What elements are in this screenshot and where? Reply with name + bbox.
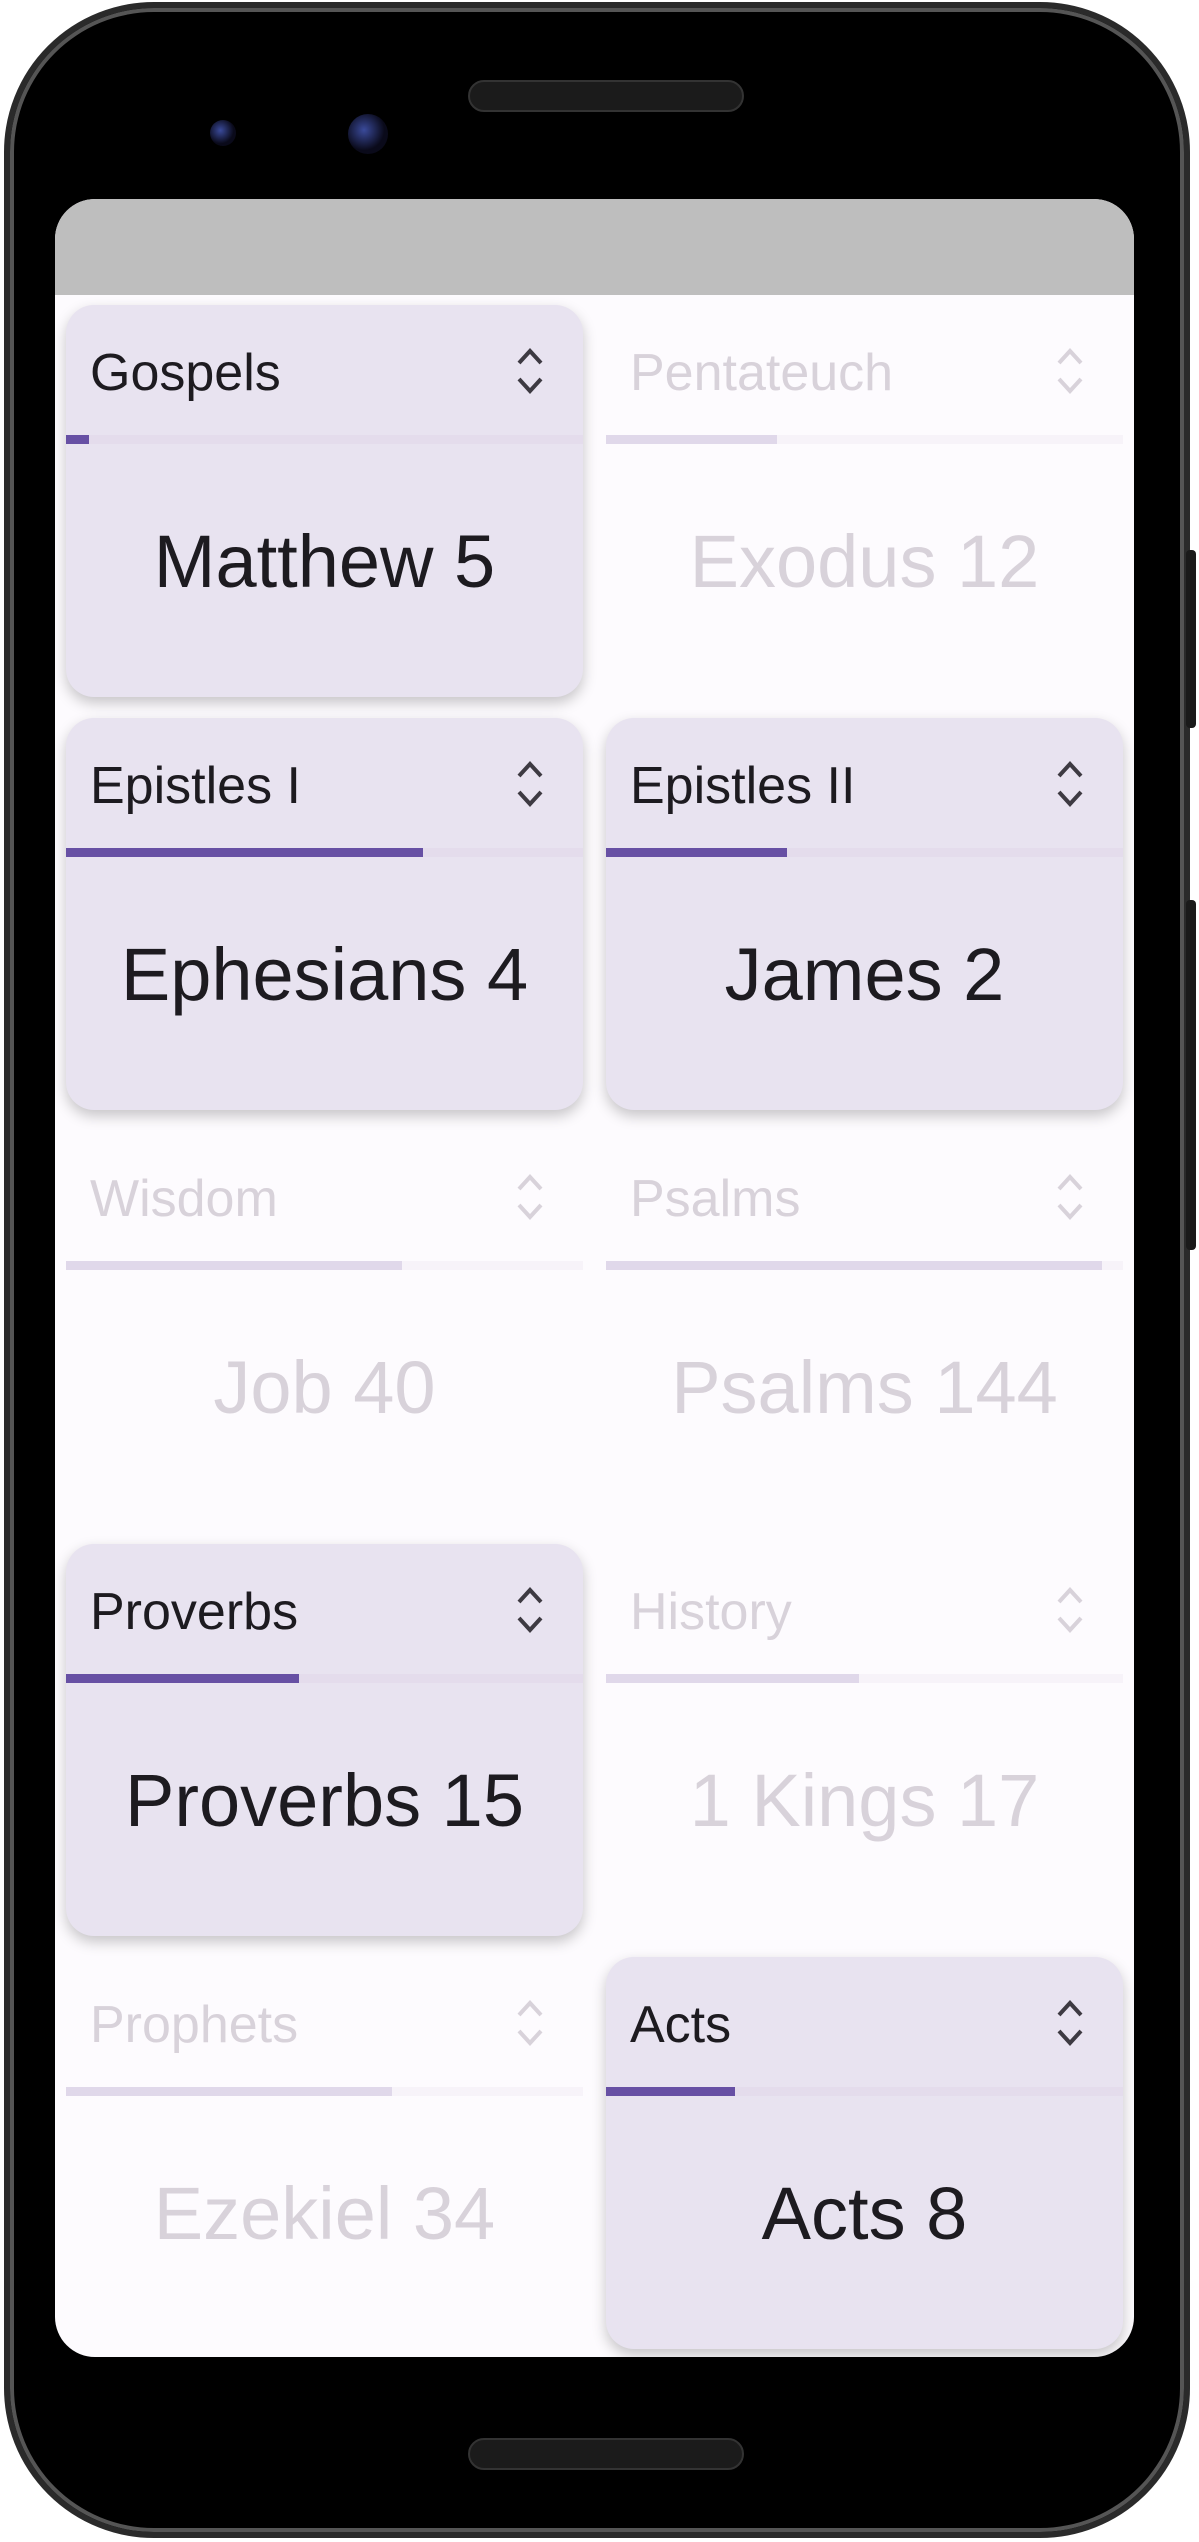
current-reading: Proverbs 15: [125, 1759, 524, 1842]
unfold-more-icon[interactable]: [1053, 1582, 1087, 1638]
reading-card[interactable]: Prophets Ezekiel 34: [66, 1957, 583, 2349]
progress-bar: [66, 1674, 583, 1683]
current-reading: Acts 8: [761, 2172, 968, 2255]
current-reading: Exodus 12: [689, 520, 1040, 603]
reading-card[interactable]: Pentateuch Exodus 12: [606, 305, 1123, 697]
progress-bar: [66, 435, 583, 444]
progress-bar: [606, 2087, 1123, 2096]
status-bar: [55, 199, 1134, 295]
category-label: History: [630, 1583, 792, 1641]
category-label: Epistles II: [630, 757, 856, 815]
unfold-more-icon[interactable]: [513, 1169, 547, 1225]
current-reading: James 2: [724, 933, 1005, 1016]
volume-button: [1186, 900, 1196, 1250]
reading-card[interactable]: Proverbs Proverbs 15: [66, 1544, 583, 1936]
category-label: Psalms: [630, 1170, 801, 1228]
unfold-more-icon[interactable]: [1053, 343, 1087, 399]
reading-card[interactable]: Epistles I Ephesians 4: [66, 718, 583, 1110]
unfold-more-icon[interactable]: [513, 756, 547, 812]
progress-bar: [606, 435, 1123, 444]
current-reading: Psalms 144: [671, 1346, 1058, 1429]
progress-fill: [606, 435, 777, 444]
progress-fill: [66, 1674, 299, 1683]
unfold-more-icon[interactable]: [513, 1995, 547, 2051]
progress-fill: [66, 2087, 392, 2096]
unfold-more-icon[interactable]: [1053, 756, 1087, 812]
current-reading: 1 Kings 17: [689, 1759, 1040, 1842]
front-camera: [348, 114, 388, 154]
current-reading: Ezekiel 34: [153, 2172, 496, 2255]
current-reading: Job 40: [213, 1346, 436, 1429]
progress-bar: [66, 2087, 583, 2096]
current-reading: Matthew 5: [153, 520, 496, 603]
reading-card[interactable]: Gospels Matthew 5: [66, 305, 583, 697]
sensor: [210, 120, 236, 146]
power-button: [1186, 550, 1196, 728]
category-label: Epistles I: [90, 757, 301, 815]
category-label: Gospels: [90, 344, 281, 402]
current-reading: Ephesians 4: [120, 933, 529, 1016]
progress-bar: [606, 1261, 1123, 1270]
progress-bar: [66, 1261, 583, 1270]
category-label: Wisdom: [90, 1170, 278, 1228]
unfold-more-icon[interactable]: [1053, 1169, 1087, 1225]
progress-fill: [606, 1674, 860, 1683]
bottom-speaker: [468, 2438, 744, 2470]
reading-card[interactable]: History 1 Kings 17: [606, 1544, 1123, 1936]
unfold-more-icon[interactable]: [513, 1582, 547, 1638]
earpiece-speaker: [468, 80, 744, 112]
progress-fill: [66, 435, 89, 444]
reading-card[interactable]: Epistles II James 2: [606, 718, 1123, 1110]
reading-card[interactable]: Psalms Psalms 144: [606, 1131, 1123, 1523]
progress-fill: [606, 1261, 1103, 1270]
category-label: Pentateuch: [630, 344, 894, 402]
progress-bar: [606, 848, 1123, 857]
category-label: Proverbs: [90, 1583, 299, 1641]
progress-bar: [66, 848, 583, 857]
progress-fill: [66, 1261, 403, 1270]
unfold-more-icon[interactable]: [513, 343, 547, 399]
progress-fill: [66, 848, 423, 857]
screen: Gospels Matthew 5 Pentateuch Exodus 12 E…: [55, 199, 1134, 2357]
category-label: Prophets: [90, 1996, 299, 2054]
progress-fill: [606, 2087, 736, 2096]
reading-card[interactable]: Acts Acts 8: [606, 1957, 1123, 2349]
reading-card[interactable]: Wisdom Job 40: [66, 1131, 583, 1523]
category-label: Acts: [630, 1996, 732, 2054]
progress-fill: [606, 848, 787, 857]
unfold-more-icon[interactable]: [1053, 1995, 1087, 2051]
progress-bar: [606, 1674, 1123, 1683]
